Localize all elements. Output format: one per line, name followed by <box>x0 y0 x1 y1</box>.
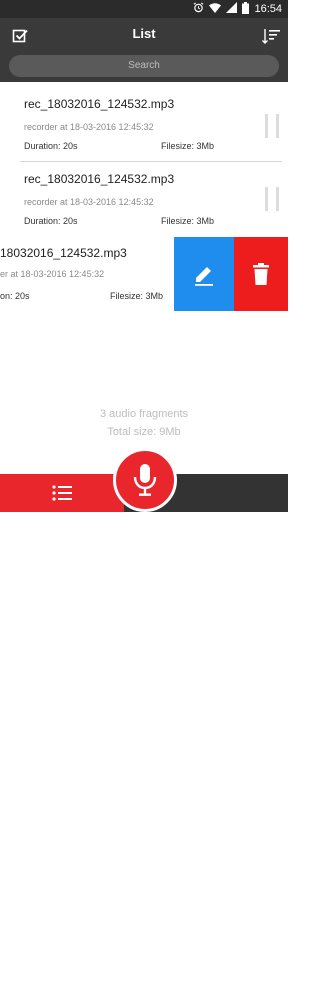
item-name: 18032016_124532.mp3 <box>0 246 127 260</box>
gears-icon <box>216 957 238 977</box>
signal-icon <box>226 2 238 16</box>
list-divider <box>20 161 282 162</box>
app-bar: List Search <box>0 18 288 82</box>
microphone-icon <box>133 464 157 496</box>
alarm-icon <box>193 2 204 16</box>
fragment-count: 3 audio fragments <box>99 408 189 420</box>
item-duration: on: 20s <box>0 291 30 301</box>
trash-icon <box>253 263 269 285</box>
sort-icon <box>262 29 280 44</box>
wifi-icon <box>209 2 222 16</box>
item-duration: Duration: 20s <box>24 141 78 151</box>
drag-handle[interactable] <box>265 114 279 138</box>
status-bar: 16:54 <box>0 0 288 18</box>
total-size: Total size: 9Mb <box>107 426 181 438</box>
list-item[interactable]: rec_18032016_124532.mp3 recorder at 18-0… <box>0 88 288 162</box>
item-filesize: Filesize: 3Mb <box>161 216 215 226</box>
status-time: 16:54 <box>254 3 282 15</box>
item-filesize: Filesize: 3Mb <box>161 141 215 151</box>
list-item[interactable]: rec_18032016_124532.mp3 recorder at 18-0… <box>0 163 288 237</box>
item-filesize: Filesize: 3Mb <box>110 291 164 301</box>
edit-button[interactable] <box>174 237 234 311</box>
battery-icon <box>242 1 250 17</box>
item-name: rec_18032016_124532.mp3 <box>24 172 175 186</box>
item-subtitle: er at 18-03-2016 12:45:32 <box>0 269 105 279</box>
delete-button[interactable] <box>234 237 288 311</box>
sort-button[interactable] <box>260 26 282 46</box>
status-icons: 16:54 <box>193 1 282 17</box>
pencil-icon <box>195 267 213 286</box>
search-input[interactable]: Search <box>9 55 279 77</box>
drag-handle[interactable] <box>265 187 279 211</box>
page-title: List <box>132 26 156 41</box>
list-item-swiped[interactable]: 18032016_124532.mp3 er at 18-03-2016 12:… <box>0 237 174 311</box>
item-subtitle: recorder at 18-03-2016 12:45:32 <box>24 122 154 132</box>
item-subtitle: recorder at 18-03-2016 12:45:32 <box>24 197 154 207</box>
list-icon <box>52 485 72 501</box>
item-name: rec_18032016_124532.mp3 <box>24 97 175 111</box>
item-duration: Duration: 20s <box>24 216 78 226</box>
list-tab-button[interactable] <box>0 474 124 512</box>
record-button[interactable] <box>113 448 177 512</box>
settings-button[interactable] <box>212 952 242 982</box>
